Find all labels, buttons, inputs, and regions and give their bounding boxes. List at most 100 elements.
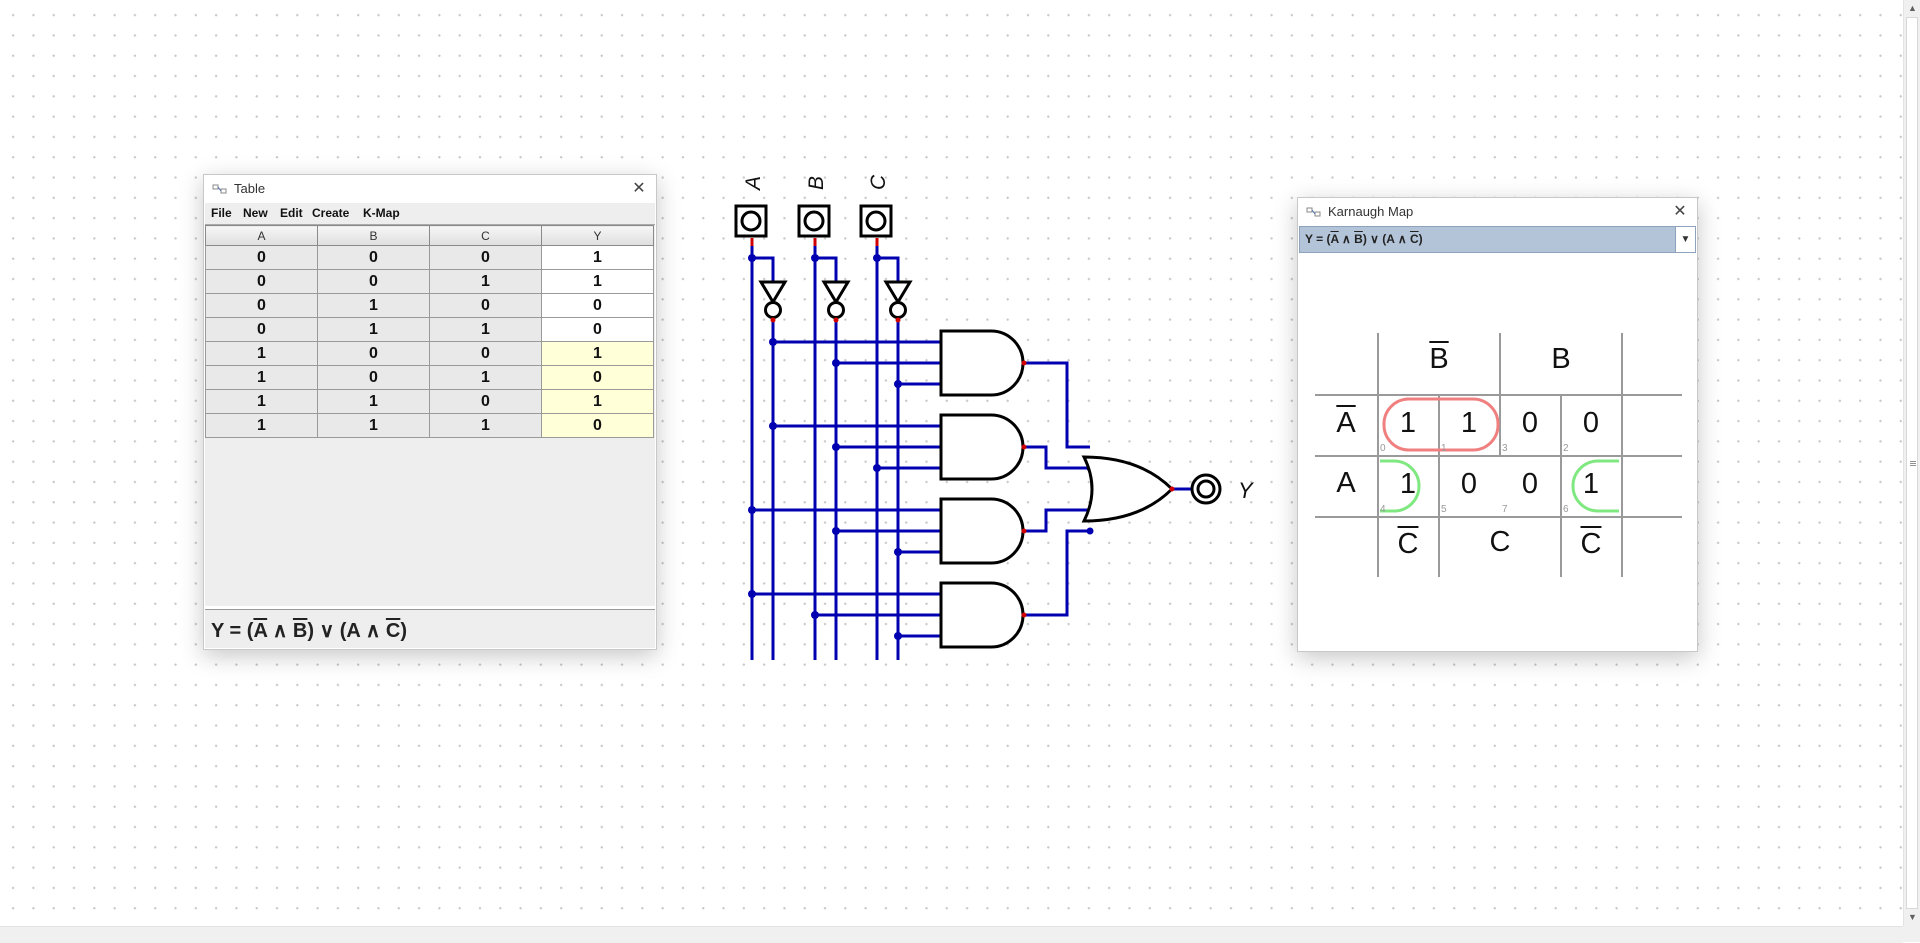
output-cell[interactable]: 0 — [541, 413, 654, 438]
horizontal-scrollbar[interactable] — [0, 926, 1903, 943]
kmap-cell-index: 4 — [1380, 504, 1386, 515]
kmap-row-header-a-bar: A — [1336, 407, 1356, 439]
input-label-a: A — [742, 176, 765, 192]
input-pin-b[interactable] — [797, 204, 831, 238]
table-window: Table ✕ File New Edit Create K-Map A B C… — [203, 174, 657, 650]
table-row[interactable]: 1110 — [205, 413, 654, 438]
table-row[interactable]: 0100 — [205, 293, 654, 318]
input-cell: 1 — [205, 341, 318, 366]
input-cell: 0 — [205, 245, 318, 270]
input-cell: 0 — [205, 293, 318, 318]
output-cell[interactable]: 1 — [541, 389, 654, 414]
table-row[interactable]: 0110 — [205, 317, 654, 342]
input-pin-c[interactable] — [859, 204, 893, 238]
kmap-cell[interactable]: 1 — [1378, 468, 1438, 501]
input-cell: 0 — [429, 389, 542, 414]
table-row[interactable]: 1101 — [205, 389, 654, 414]
circuit-app-icon — [212, 184, 227, 194]
input-cell: 1 — [317, 413, 430, 438]
input-cell: 0 — [429, 245, 542, 270]
input-label-b: B — [805, 176, 828, 190]
kmap-cell[interactable]: 1 — [1561, 468, 1621, 501]
kmap-cell-index: 2 — [1563, 443, 1569, 454]
logic-circuit: A B C Y — [734, 174, 1254, 660]
expression-bar: Y = (A ∧ B) ∨ (A ∧ C) — [205, 609, 655, 648]
kmap-cell-index: 1 — [1441, 443, 1447, 454]
kmap-col-header-b-bar: B — [1429, 343, 1449, 375]
kmap-col-footer-c-bar: C — [1397, 528, 1419, 560]
truth-table-area: A B C Y 00010011010001101001101011011110 — [205, 224, 655, 606]
output-cell[interactable]: 0 — [541, 317, 654, 342]
output-cell[interactable]: 0 — [541, 293, 654, 318]
input-cell: 1 — [205, 389, 318, 414]
input-label-c: C — [867, 174, 890, 190]
kmap-cell[interactable]: 1 — [1439, 407, 1499, 440]
input-cell: 1 — [317, 293, 430, 318]
kmap-cell-index: 7 — [1502, 504, 1508, 515]
table-window-title: Table — [234, 181, 266, 196]
input-cell: 0 — [429, 293, 542, 318]
kmap-col-footer-c: C — [1489, 526, 1511, 558]
output-cell[interactable]: 1 — [541, 245, 654, 270]
input-cell: 0 — [429, 341, 542, 366]
column-header-y[interactable]: Y — [541, 225, 654, 246]
scroll-corner — [1903, 926, 1920, 942]
input-cell: 0 — [317, 269, 430, 294]
boolean-expression[interactable]: Y = (A ∧ B) ∨ (A ∧ C) — [211, 618, 407, 643]
output-cell[interactable]: 1 — [541, 269, 654, 294]
scroll-down-icon[interactable]: ▼ — [1904, 909, 1920, 926]
input-cell: 1 — [317, 389, 430, 414]
input-cell: 0 — [205, 317, 318, 342]
table-row[interactable]: 1010 — [205, 365, 654, 390]
input-cell: 0 — [317, 365, 430, 390]
table-row[interactable]: 1001 — [205, 341, 654, 366]
output-cell[interactable]: 1 — [541, 341, 654, 366]
menu-kmap[interactable]: K-Map — [363, 206, 400, 220]
kmap-cell[interactable]: 0 — [1500, 468, 1560, 501]
and-gates — [939, 329, 1025, 649]
kmap-cell-index: 6 — [1563, 504, 1569, 515]
input-cell: 1 — [205, 365, 318, 390]
input-cell: 1 — [429, 317, 542, 342]
menu-create[interactable]: Create — [312, 206, 349, 220]
table-menubar: File New Edit Create K-Map — [205, 203, 655, 224]
kmap-cell[interactable]: 1 — [1378, 407, 1438, 440]
output-pin-y[interactable] — [1190, 473, 1222, 505]
truth-table: A B C Y 00010011010001101001101011011110 — [205, 225, 654, 438]
output-cell[interactable]: 0 — [541, 365, 654, 390]
kmap-cell-index: 0 — [1380, 443, 1386, 454]
input-cell: 1 — [429, 413, 542, 438]
input-pins — [734, 204, 893, 238]
or-gate — [1081, 455, 1175, 523]
scroll-up-icon[interactable]: ▲ — [1904, 0, 1920, 17]
kmap-window: Karnaugh Map ✕ Y = (A ∧ B) ∨ (A ∧ C) ▼ B… — [1297, 197, 1698, 652]
input-cell: 0 — [205, 269, 318, 294]
menu-edit[interactable]: Edit — [280, 206, 303, 220]
menu-new[interactable]: New — [243, 206, 268, 220]
column-header-c[interactable]: C — [429, 225, 542, 246]
table-row[interactable]: 0001 — [205, 245, 654, 270]
kmap-row-header-a: A — [1336, 467, 1356, 499]
output-label-y: Y — [1238, 478, 1254, 503]
column-header-b[interactable]: B — [317, 225, 430, 246]
kmap-cell[interactable]: 0 — [1500, 407, 1560, 440]
input-pin-a[interactable] — [734, 204, 768, 238]
table-row[interactable]: 0011 — [205, 269, 654, 294]
column-header-a[interactable]: A — [205, 225, 318, 246]
input-cell: 1 — [429, 365, 542, 390]
kmap-cell[interactable]: 0 — [1561, 407, 1621, 440]
input-cell: 0 — [317, 341, 430, 366]
kmap-col-header-b: B — [1551, 343, 1571, 375]
menu-file[interactable]: File — [211, 206, 232, 220]
vertical-scrollbar[interactable]: ▲ ▼ — [1903, 0, 1920, 926]
kmap-cell[interactable]: 0 — [1439, 468, 1499, 501]
close-icon[interactable]: ✕ — [628, 178, 650, 200]
table-window-titlebar[interactable]: Table ✕ — [204, 175, 656, 203]
kmap-cell-index: 5 — [1441, 504, 1447, 515]
not-gates — [758, 280, 913, 319]
kmap-cell-index: 3 — [1502, 443, 1508, 454]
kmap-col-footer-c-bar: C — [1580, 528, 1602, 560]
input-cell: 1 — [317, 317, 430, 342]
vertical-scroll-thumb[interactable] — [1906, 17, 1918, 909]
input-cell: 1 — [205, 413, 318, 438]
